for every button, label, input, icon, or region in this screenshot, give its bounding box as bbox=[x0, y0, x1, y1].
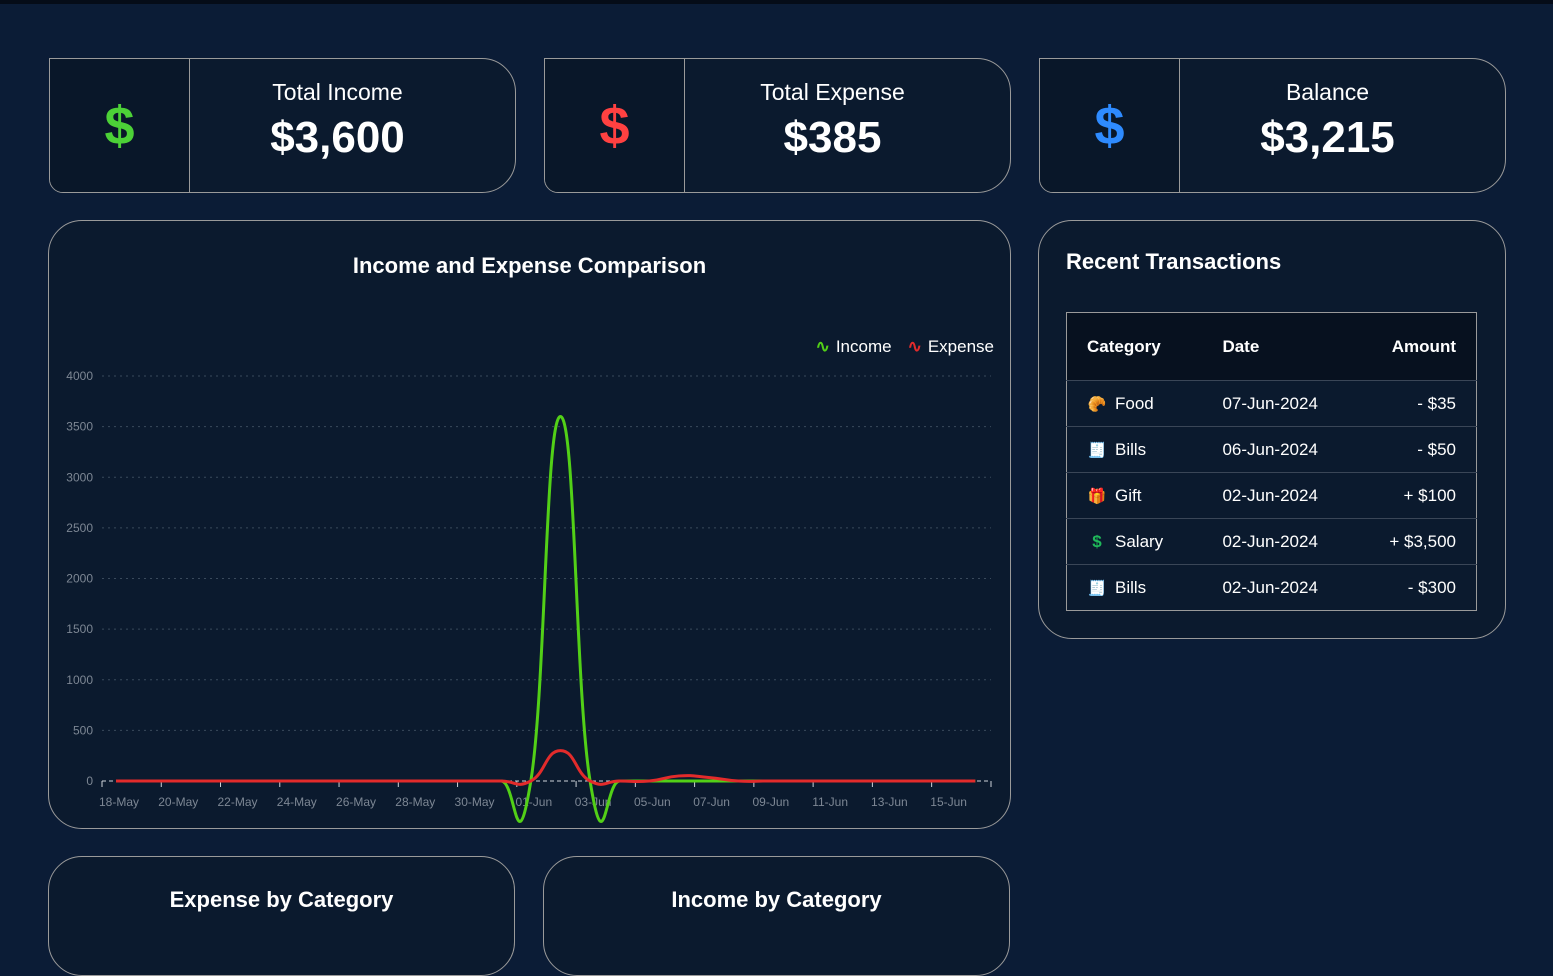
category: Bills bbox=[1115, 439, 1147, 459]
stat-label: Total Expense bbox=[760, 79, 905, 105]
x-tick-label: 30-May bbox=[455, 795, 495, 809]
table-row: 🧾 Bills 06-Jun-2024- $50 bbox=[1066, 426, 1477, 473]
card-title: Income by Category bbox=[671, 887, 882, 912]
amount: - $300 bbox=[1351, 564, 1477, 611]
x-tick-label: 18-May bbox=[99, 795, 139, 809]
category-icon: 🎁 bbox=[1087, 487, 1107, 505]
stat-label: Total Income bbox=[272, 79, 403, 105]
y-tick-label: 0 bbox=[86, 774, 93, 788]
category: Bills bbox=[1115, 577, 1147, 597]
dollar-icon: $ bbox=[50, 59, 190, 192]
card-title: Expense by Category bbox=[169, 887, 394, 912]
balance-card: $ Balance $3,215 bbox=[1039, 58, 1506, 193]
amount: + $3,500 bbox=[1351, 518, 1477, 565]
stat-value: $3,215 bbox=[1260, 113, 1395, 162]
amount: - $50 bbox=[1351, 426, 1477, 473]
amount: - $35 bbox=[1351, 380, 1477, 427]
dollar-icon: $ bbox=[1040, 59, 1180, 192]
top-bar bbox=[0, 0, 1553, 4]
y-tick-label: 500 bbox=[73, 723, 93, 737]
col-category: Category bbox=[1066, 312, 1203, 381]
x-tick-label: 05-Jun bbox=[634, 795, 671, 809]
dollar-icon: $ bbox=[545, 59, 685, 192]
x-tick-label: 28-May bbox=[395, 795, 435, 809]
amount: + $100 bbox=[1351, 472, 1477, 519]
transactions-table: Category Date Amount 🥐 Food 07-Jun-2024- $… bbox=[1066, 312, 1477, 611]
x-tick-label: 11-Jun bbox=[812, 795, 848, 809]
category-icon: 🧾 bbox=[1087, 579, 1107, 597]
income-expense-chart-card: Income and Expense Comparison ∿ Income ∿ E… bbox=[48, 220, 1011, 829]
x-tick-label: 26-May bbox=[336, 795, 376, 809]
table-row: 🥐 Food 07-Jun-2024- $35 bbox=[1066, 380, 1477, 427]
total-income-card: $ Total Income $3,600 bbox=[49, 58, 516, 193]
total-expense-card: $ Total Expense $385 bbox=[544, 58, 1011, 193]
x-tick-label: 24-May bbox=[277, 795, 317, 809]
table-row: 🧾 Bills 02-Jun-2024- $300 bbox=[1066, 564, 1477, 611]
stat-value: $385 bbox=[783, 113, 882, 162]
income-by-category-card: Income by Category bbox=[543, 856, 1010, 976]
category-icon: 🥐 bbox=[1087, 395, 1107, 413]
x-tick-label: 13-Jun bbox=[871, 795, 908, 809]
x-tick-label: 20-May bbox=[158, 795, 198, 809]
date: 06-Jun-2024 bbox=[1202, 426, 1352, 473]
table-row: $ Salary 02-Jun-2024 + $3,500 bbox=[1066, 518, 1477, 565]
series-line-expense bbox=[116, 749, 976, 786]
col-amount: Amount bbox=[1351, 312, 1477, 381]
recent-transactions-card: Recent Transactions Category Date Amount… bbox=[1038, 220, 1506, 639]
date: 02-Jun-2024 bbox=[1202, 518, 1352, 565]
date: 02-Jun-2024 bbox=[1202, 564, 1352, 611]
table-row: 🎁 Gift 02-Jun-2024 + $100 bbox=[1066, 472, 1477, 519]
expense-by-category-card: Expense by Category bbox=[48, 856, 515, 976]
y-tick-label: 3000 bbox=[66, 470, 93, 484]
line-chart: 0 500 1000 1500 2000 2500 3000 3500 4000 18-May 20… bbox=[66, 369, 992, 824]
y-tick-label: 1500 bbox=[66, 622, 93, 636]
y-tick-label: 1000 bbox=[66, 673, 93, 687]
stat-value: $3,600 bbox=[270, 113, 405, 162]
category-icon: 🧾 bbox=[1087, 441, 1107, 459]
date: 07-Jun-2024 bbox=[1202, 380, 1352, 427]
transactions-title: Recent Transactions bbox=[1066, 249, 1282, 274]
x-tick-label: 07-Jun bbox=[693, 795, 730, 809]
category: Salary bbox=[1115, 531, 1164, 551]
category: Food bbox=[1115, 393, 1154, 413]
x-tick-label: 01-Jun bbox=[515, 795, 552, 809]
x-tick-label: 22-May bbox=[218, 795, 258, 809]
stat-label: Balance bbox=[1285, 79, 1370, 105]
col-date: Date bbox=[1202, 312, 1352, 381]
y-tick-label: 3500 bbox=[66, 420, 93, 434]
x-tick-label: 09-Jun bbox=[753, 795, 790, 809]
category: Gift bbox=[1115, 485, 1142, 505]
category-icon: $ bbox=[1092, 531, 1102, 551]
x-tick-label: 15-Jun bbox=[930, 795, 967, 809]
date: 02-Jun-2024 bbox=[1202, 472, 1352, 519]
y-tick-label: 2000 bbox=[66, 572, 93, 586]
y-tick-label: 4000 bbox=[66, 369, 93, 383]
y-tick-label: 2500 bbox=[66, 521, 93, 535]
